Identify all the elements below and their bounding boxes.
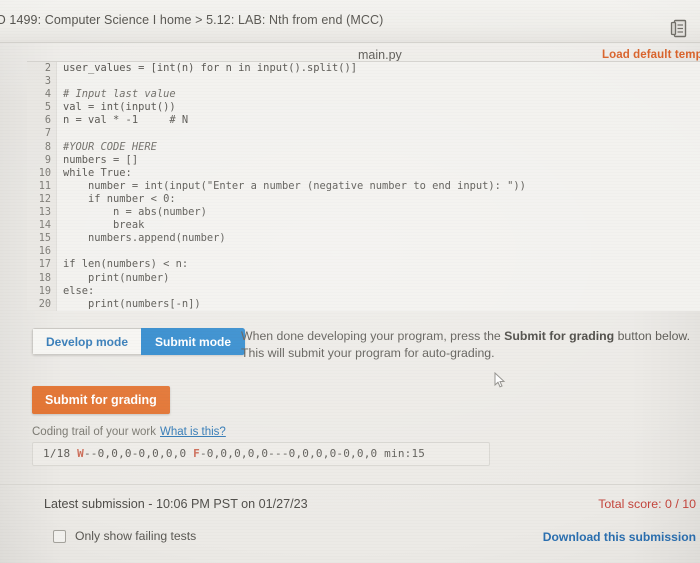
coding-trail-text: 1/18 W--0,0,0-0,0,0,0 F-0,0,0,0,0---0,0,… xyxy=(43,447,425,460)
code-line[interactable]: 9 numbers = [] xyxy=(27,154,700,167)
load-default-template-button[interactable]: Load default templ xyxy=(602,49,700,61)
instruction-before: When done developing your program, press… xyxy=(241,329,505,343)
line-number: 19 xyxy=(38,285,51,297)
instruction-bold: Submit for grading xyxy=(504,329,615,343)
line-number: 15 xyxy=(38,233,51,245)
code-text: n = val * -1 # N xyxy=(63,114,189,127)
code-text: numbers = [] xyxy=(63,153,139,166)
code-line[interactable]: 6 n = val * -1 # N xyxy=(27,114,700,127)
develop-mode-button[interactable]: Develop mode xyxy=(32,328,142,355)
instruction-text: When done developing your program, press… xyxy=(241,328,696,362)
download-submission-link[interactable]: Download this submission xyxy=(543,530,696,544)
code-text: if number < 0: xyxy=(63,192,176,205)
code-text: if len(numbers) < n: xyxy=(63,258,189,271)
code-line[interactable]: 14 break xyxy=(27,219,700,232)
line-number: 11 xyxy=(38,180,51,192)
code-text: # Input last value xyxy=(63,88,176,101)
code-line[interactable]: 13 n = abs(number) xyxy=(27,206,700,219)
line-number: 7 xyxy=(44,128,51,140)
code-text: else: xyxy=(63,284,95,297)
line-number: 9 xyxy=(44,154,51,166)
code-line[interactable]: 15 numbers.append(number) xyxy=(27,232,700,245)
code-text: numbers.append(number) xyxy=(63,232,226,245)
code-text: print(numbers[-n]) xyxy=(63,297,201,310)
line-number: 3 xyxy=(44,76,51,88)
line-number: 4 xyxy=(44,89,51,101)
code-line[interactable]: 5 val = int(input()) xyxy=(27,101,700,114)
code-text: number = int(input("Enter a number (nega… xyxy=(63,179,526,192)
line-number: 10 xyxy=(38,167,51,179)
coding-trail-label: Coding trail of your work xyxy=(32,426,156,438)
code-text: #YOUR CODE HERE xyxy=(63,140,157,153)
code-text: print(number) xyxy=(63,271,170,284)
code-line[interactable]: 10 while True: xyxy=(27,167,700,180)
trail-count: 1/18 xyxy=(43,447,71,460)
code-text: while True: xyxy=(63,166,132,179)
line-number: 2 xyxy=(44,63,51,74)
code-text: break xyxy=(63,219,145,232)
breadcrumb[interactable]: O 1499: Computer Science I home > 5.12: … xyxy=(0,13,383,27)
total-score: Total score: 0 / 10 xyxy=(598,497,696,511)
line-number: 20 xyxy=(38,298,51,310)
line-number: 8 xyxy=(44,141,51,153)
code-text: n = abs(number) xyxy=(63,206,207,219)
code-line[interactable]: 16 xyxy=(27,245,700,258)
breadcrumb-bar: O 1499: Computer Science I home > 5.12: … xyxy=(0,0,700,43)
trail-segment-f: -0,0,0,0,0---0,0,0,0-0,0,0 xyxy=(199,447,378,460)
only-failing-tests-label: Only show failing tests xyxy=(75,529,197,543)
code-line[interactable]: 2 user_values = [int(n) for n in input().… xyxy=(27,62,700,75)
code-line[interactable]: 8 #YOUR CODE HERE xyxy=(27,141,700,154)
trail-mark-f: F xyxy=(193,447,200,460)
line-number: 5 xyxy=(44,102,51,114)
line-number: 12 xyxy=(38,193,51,205)
code-line[interactable]: 3 xyxy=(27,75,700,88)
line-number: 6 xyxy=(44,115,51,127)
code-editor[interactable]: 2 user_values = [int(n) for n in input().… xyxy=(27,61,700,311)
code-line[interactable]: 7 xyxy=(27,127,700,140)
only-failing-tests-row[interactable]: Only show failing tests xyxy=(53,529,196,543)
code-line[interactable]: 20 print(numbers[-n]) xyxy=(27,298,700,311)
line-number: 13 xyxy=(38,207,51,219)
code-lines[interactable]: 2 user_values = [int(n) for n in input().… xyxy=(27,62,700,311)
only-failing-tests-checkbox[interactable] xyxy=(53,529,66,543)
code-line[interactable]: 12 if number < 0: xyxy=(27,193,700,206)
code-text: user_values = [int(n) for n in input().s… xyxy=(63,62,358,74)
line-number: 18 xyxy=(38,272,51,284)
mode-toggle[interactable]: Develop mode Submit mode xyxy=(32,328,246,355)
trail-segment-w: --0,0,0-0,0,0,0 xyxy=(83,447,187,460)
line-number: 17 xyxy=(38,259,51,271)
code-text: val = int(input()) xyxy=(63,101,176,114)
trail-mark-w: W xyxy=(77,447,84,460)
latest-submission-title: Latest submission - 10:06 PM PST on 01/2… xyxy=(44,497,308,511)
submit-for-grading-button[interactable]: Submit for grading xyxy=(32,386,170,414)
coding-trail-box: 1/18 W--0,0,0-0,0,0,0 F-0,0,0,0,0---0,0,… xyxy=(32,442,490,466)
what-is-this-link[interactable]: What is this? xyxy=(160,426,226,438)
code-line[interactable]: 11 number = int(input("Enter a number (n… xyxy=(27,180,700,193)
line-number: 16 xyxy=(38,246,51,258)
section-divider xyxy=(0,484,700,485)
line-number: 14 xyxy=(38,220,51,232)
code-line[interactable]: 4 # Input last value xyxy=(27,88,700,101)
submit-mode-button[interactable]: Submit mode xyxy=(141,328,246,355)
trail-minutes: min:15 xyxy=(384,447,426,460)
code-line[interactable]: 17 if len(numbers) < n: xyxy=(27,258,700,271)
code-line[interactable]: 19 else: xyxy=(27,285,700,298)
filename-label: main.py xyxy=(358,48,402,62)
notes-icon[interactable] xyxy=(670,19,687,38)
code-line[interactable]: 18 print(number) xyxy=(27,272,700,285)
